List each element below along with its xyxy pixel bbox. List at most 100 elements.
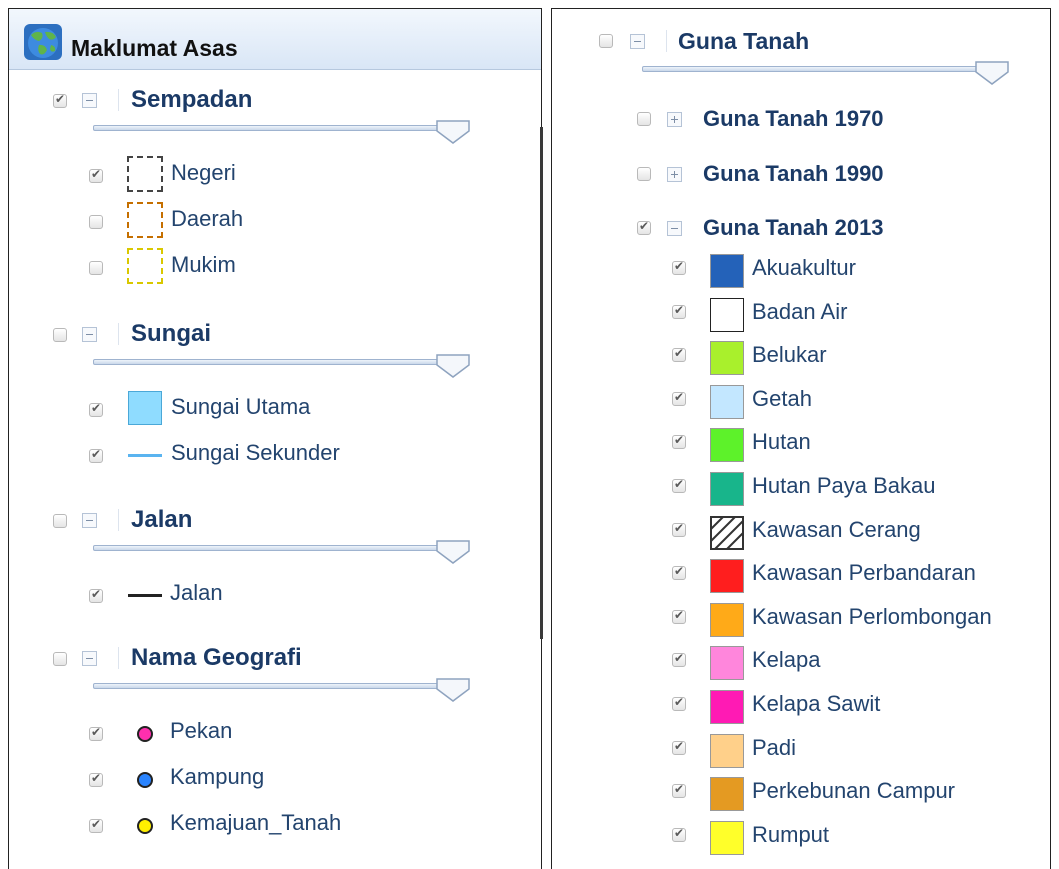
- layer-label-sungai-sekunder: Sungai Sekunder: [171, 440, 340, 465]
- expand-toggle-guna-tanah-1990[interactable]: [667, 167, 682, 182]
- layer-label-pekan: Pekan: [170, 718, 233, 743]
- subgroup-title-guna-tanah-1970: Guna Tanah 1970: [703, 106, 884, 131]
- legend-swatch-perkebunan-campur: [710, 777, 744, 812]
- layer-label-sungai-utama: Sungai Utama: [171, 394, 311, 419]
- layer-label-kawasan-perlombongan: Kawasan Perlombongan: [752, 603, 992, 629]
- separator: [118, 323, 119, 345]
- collapse-toggle-guna-tanah[interactable]: [630, 34, 645, 49]
- checkbox-kelapa[interactable]: [672, 651, 686, 668]
- separator: [666, 30, 667, 52]
- layer-label-akuakultur: Akuakultur: [752, 255, 856, 280]
- opacity-slider-nama-geografi[interactable]: [93, 683, 467, 689]
- layer-label-hutan: Hutan: [752, 429, 811, 455]
- subgroup-title-guna-tanah-1990: Guna Tanah 1990: [703, 161, 884, 186]
- layer-label-negeri: Negeri: [171, 160, 236, 185]
- layer-label-mukim: Mukim: [171, 252, 236, 277]
- checkbox-sungai[interactable]: [53, 328, 67, 342]
- checkbox-sungai-sekunder[interactable]: [89, 447, 103, 463]
- group-title-nama-geografi: Nama Geografi: [131, 644, 302, 671]
- opacity-slider-guna-tanah[interactable]: [642, 66, 1006, 72]
- separator: [118, 89, 119, 111]
- checkbox-perkebunan-campur[interactable]: [672, 782, 686, 799]
- legend-dot-pekan: [137, 726, 153, 742]
- layer-label-kelapa: Kelapa: [752, 647, 821, 673]
- opacity-slider-thumb[interactable]: [975, 61, 1009, 85]
- checkbox-badan-air[interactable]: [672, 303, 686, 319]
- checkbox-negeri[interactable]: [89, 167, 103, 183]
- opacity-slider-sempadan[interactable]: [93, 125, 467, 131]
- layer-label-daerah: Daerah: [171, 206, 244, 231]
- group-title-sempadan: Sempadan: [131, 86, 253, 113]
- collapse-toggle-jalan[interactable]: [82, 513, 97, 528]
- layer-label-kemajuan-tanah: Kemajuan_Tanah: [170, 810, 342, 835]
- legend-swatch-kelapa: [710, 646, 744, 681]
- legend-swatch-getah: [710, 384, 744, 419]
- checkbox-kawasan-perlombongan[interactable]: [672, 608, 686, 624]
- legend-swatch-sungai-utama: [128, 391, 162, 425]
- legend-swatch-mukim: [127, 248, 163, 284]
- panel-title: Maklumat Asas: [71, 35, 238, 61]
- checkbox-kawasan-perbandaran[interactable]: [672, 564, 686, 581]
- checkbox-rumput[interactable]: [672, 826, 686, 842]
- legend-swatch-kawasan-perbandaran: [710, 559, 744, 594]
- legend-dot-kemajuan-tanah: [137, 818, 153, 834]
- checkbox-padi[interactable]: [672, 739, 686, 755]
- legend-line-jalan: [128, 594, 162, 597]
- checkbox-belukar[interactable]: [672, 346, 686, 363]
- group-title-sungai: Sungai: [131, 320, 212, 347]
- checkbox-jalan[interactable]: [89, 587, 103, 603]
- checkbox-kemajuan-tanah[interactable]: [89, 817, 103, 833]
- checkbox-akuakultur[interactable]: [672, 259, 686, 275]
- opacity-slider-sungai[interactable]: [93, 359, 467, 365]
- scrollbar[interactable]: [540, 127, 543, 639]
- checkbox-sempadan[interactable]: [53, 92, 67, 108]
- opacity-slider-jalan[interactable]: [93, 545, 467, 551]
- checkbox-guna-tanah-2013[interactable]: [637, 219, 651, 235]
- checkbox-guna-tanah-1990[interactable]: [637, 167, 651, 181]
- checkbox-pekan[interactable]: [89, 725, 103, 741]
- legend-swatch-belukar: [710, 341, 744, 376]
- legend-swatch-rumput: [710, 820, 744, 855]
- panel-header: Maklumat Asas: [9, 9, 541, 70]
- opacity-slider-thumb[interactable]: [436, 678, 470, 702]
- collapse-toggle-nama-geografi[interactable]: [82, 651, 97, 666]
- collapse-toggle-guna-tanah-2013[interactable]: [667, 221, 682, 236]
- layer-label-padi: Padi: [752, 734, 797, 760]
- layer-label-badan-air: Badan Air: [752, 298, 848, 324]
- checkbox-nama-geografi[interactable]: [53, 652, 67, 666]
- legend-line-sungai-sekunder: [128, 454, 162, 457]
- legend-swatch-akuakultur: [710, 254, 744, 288]
- subgroup-title-guna-tanah-2013: Guna Tanah 2013: [703, 215, 884, 240]
- checkbox-guna-tanah[interactable]: [599, 34, 613, 48]
- layer-label-kawasan-cerang: Kawasan Cerang: [752, 516, 921, 542]
- checkbox-daerah[interactable]: [89, 215, 103, 229]
- checkbox-getah[interactable]: [672, 390, 686, 406]
- collapse-toggle-sungai[interactable]: [82, 327, 97, 342]
- checkbox-kampung[interactable]: [89, 771, 103, 787]
- globe-icon: [24, 24, 62, 60]
- layer-label-perkebunan-campur: Perkebunan Campur: [752, 778, 956, 804]
- layer-label-kawasan-perbandaran: Kawasan Perbandaran: [752, 560, 976, 586]
- checkbox-jalan[interactable]: [53, 514, 67, 528]
- collapse-toggle-sempadan[interactable]: [82, 93, 97, 108]
- checkbox-guna-tanah-1970[interactable]: [637, 112, 651, 126]
- legend-swatch-negeri: [127, 156, 163, 192]
- separator: [118, 647, 119, 669]
- checkbox-hutan[interactable]: [672, 433, 686, 450]
- checkbox-kawasan-cerang[interactable]: [672, 521, 686, 537]
- checkbox-sungai-utama[interactable]: [89, 401, 103, 417]
- legend-swatch-daerah: [127, 202, 163, 238]
- opacity-slider-thumb[interactable]: [436, 540, 470, 564]
- checkbox-mukim[interactable]: [89, 261, 103, 275]
- expand-toggle-guna-tanah-1970[interactable]: [667, 112, 682, 127]
- separator: [118, 509, 119, 531]
- legend-swatch-kelapa-sawit: [710, 690, 744, 724]
- group-title-jalan: Jalan: [131, 506, 193, 533]
- checkbox-kelapa-sawit[interactable]: [672, 695, 686, 711]
- layer-label-rumput: Rumput: [752, 821, 830, 847]
- opacity-slider-thumb[interactable]: [436, 354, 470, 378]
- group-title-guna-tanah: Guna Tanah: [678, 28, 810, 54]
- checkbox-hutan-paya-bakau[interactable]: [672, 477, 686, 493]
- layer-label-kampung: Kampung: [170, 764, 265, 789]
- opacity-slider-thumb[interactable]: [436, 120, 470, 144]
